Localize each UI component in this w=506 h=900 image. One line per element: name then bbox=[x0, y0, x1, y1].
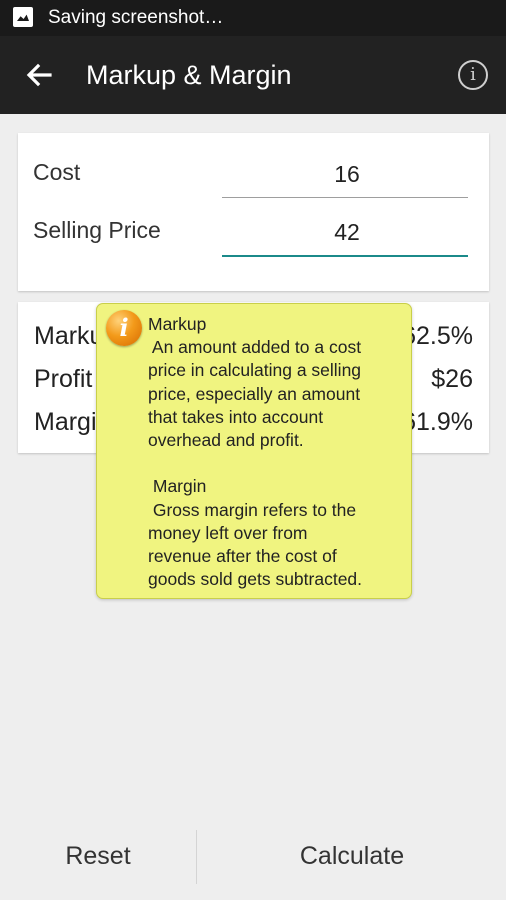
selling-price-label: Selling Price bbox=[33, 217, 161, 243]
page-title: Markup & Margin bbox=[86, 60, 292, 90]
tooltip-text: Markup An amount added to a cost price i… bbox=[148, 314, 363, 590]
margin-value: 61.9% bbox=[402, 408, 473, 436]
bottom-bar: Reset Calculate bbox=[0, 820, 506, 900]
info-icon[interactable]: i bbox=[458, 60, 488, 90]
selling-price-underline bbox=[222, 255, 468, 257]
button-divider bbox=[196, 830, 197, 884]
screenshot-icon bbox=[13, 7, 33, 27]
calculate-button[interactable]: Calculate bbox=[198, 820, 506, 890]
arrow-back-icon[interactable] bbox=[22, 58, 56, 92]
app-bar: Markup & Margin i bbox=[0, 36, 506, 114]
reset-button[interactable]: Reset bbox=[0, 820, 196, 890]
selling-price-input[interactable] bbox=[222, 215, 472, 249]
cost-underline bbox=[222, 197, 468, 198]
profit-label: Profit bbox=[34, 365, 93, 393]
info-orange-icon: i bbox=[106, 310, 142, 346]
status-bar: Saving screenshot… bbox=[0, 0, 506, 36]
cost-input[interactable] bbox=[222, 157, 472, 191]
profit-value: $26 bbox=[431, 365, 473, 393]
cost-label: Cost bbox=[33, 159, 81, 185]
status-text: Saving screenshot… bbox=[48, 7, 224, 28]
